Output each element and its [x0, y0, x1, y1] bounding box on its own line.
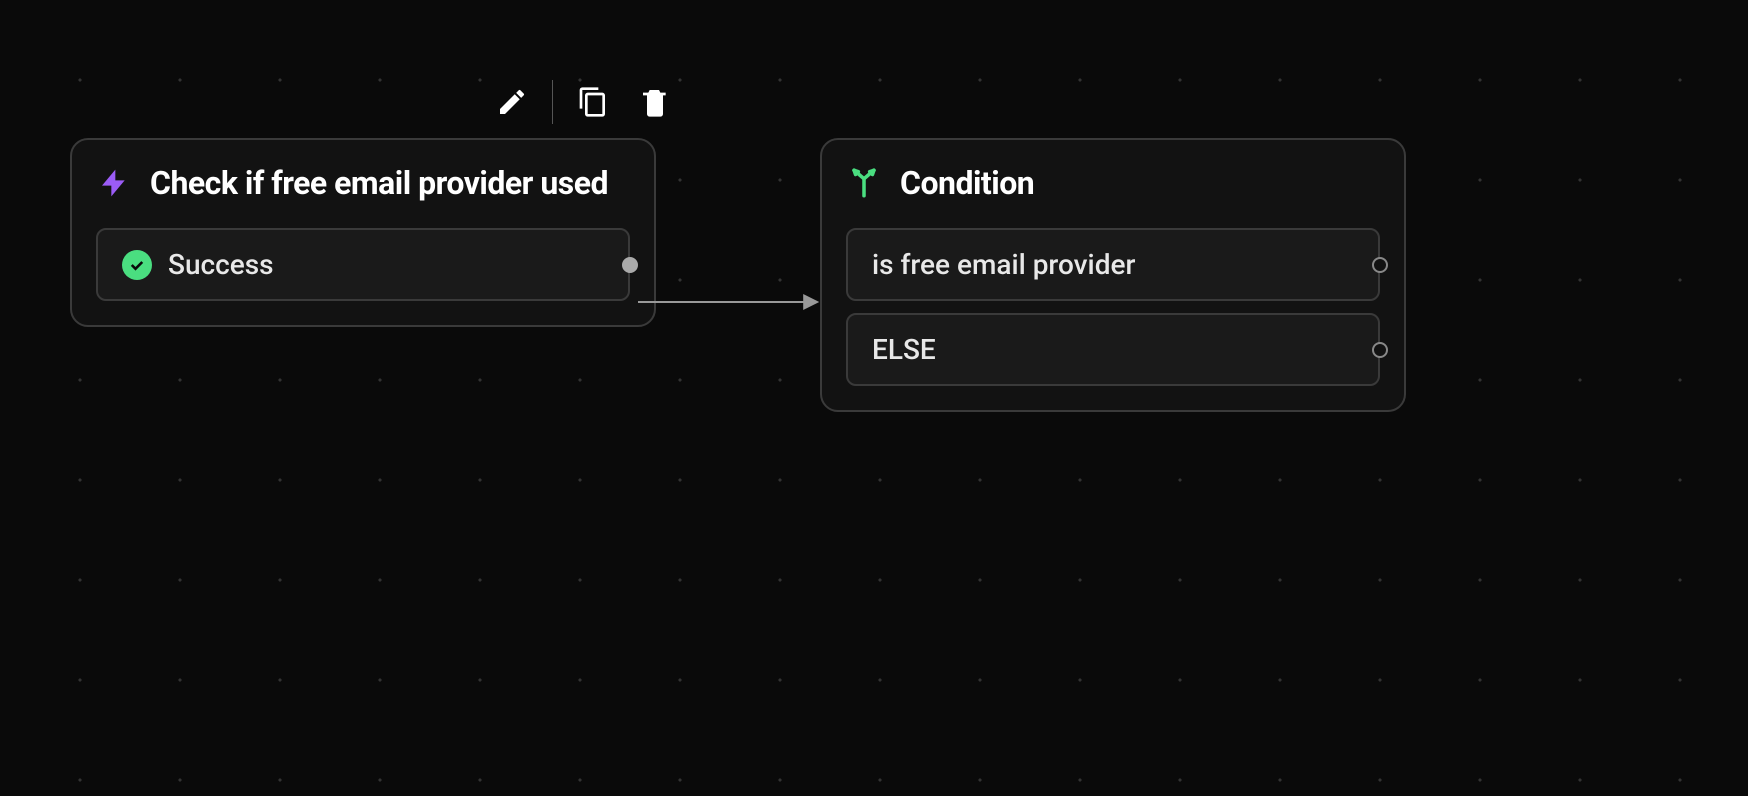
output-port[interactable]: [1372, 257, 1388, 273]
node-title: Check if free email provider used: [150, 164, 608, 202]
condition-slot-else[interactable]: ELSE: [846, 313, 1380, 386]
node-toolbar: [490, 80, 677, 124]
branch-icon: [846, 165, 882, 201]
slot-label: ELSE: [872, 333, 936, 366]
delete-button[interactable]: [633, 80, 677, 124]
copy-icon: [577, 86, 609, 118]
node-title: Condition: [900, 164, 1034, 202]
edit-button[interactable]: [490, 80, 534, 124]
node-header: Condition: [846, 164, 1380, 202]
action-node[interactable]: Check if free email provider used Succes…: [70, 138, 656, 327]
edge-connector: [628, 292, 828, 312]
condition-node[interactable]: Condition is free email provider ELSE: [820, 138, 1406, 412]
trash-icon: [639, 86, 671, 118]
toolbar-separator: [552, 80, 553, 124]
pencil-icon: [496, 86, 528, 118]
lightning-icon: [96, 165, 132, 201]
output-port[interactable]: [622, 257, 638, 273]
output-port[interactable]: [1372, 342, 1388, 358]
node-header: Check if free email provider used: [96, 164, 630, 202]
workflow-canvas[interactable]: Check if free email provider used Succes…: [0, 0, 1748, 796]
output-slot-success[interactable]: Success: [96, 228, 630, 301]
copy-button[interactable]: [571, 80, 615, 124]
condition-slot-true[interactable]: is free email provider: [846, 228, 1380, 301]
success-check-icon: [122, 250, 152, 280]
slot-label: Success: [168, 248, 274, 281]
slot-label: is free email provider: [872, 248, 1135, 281]
